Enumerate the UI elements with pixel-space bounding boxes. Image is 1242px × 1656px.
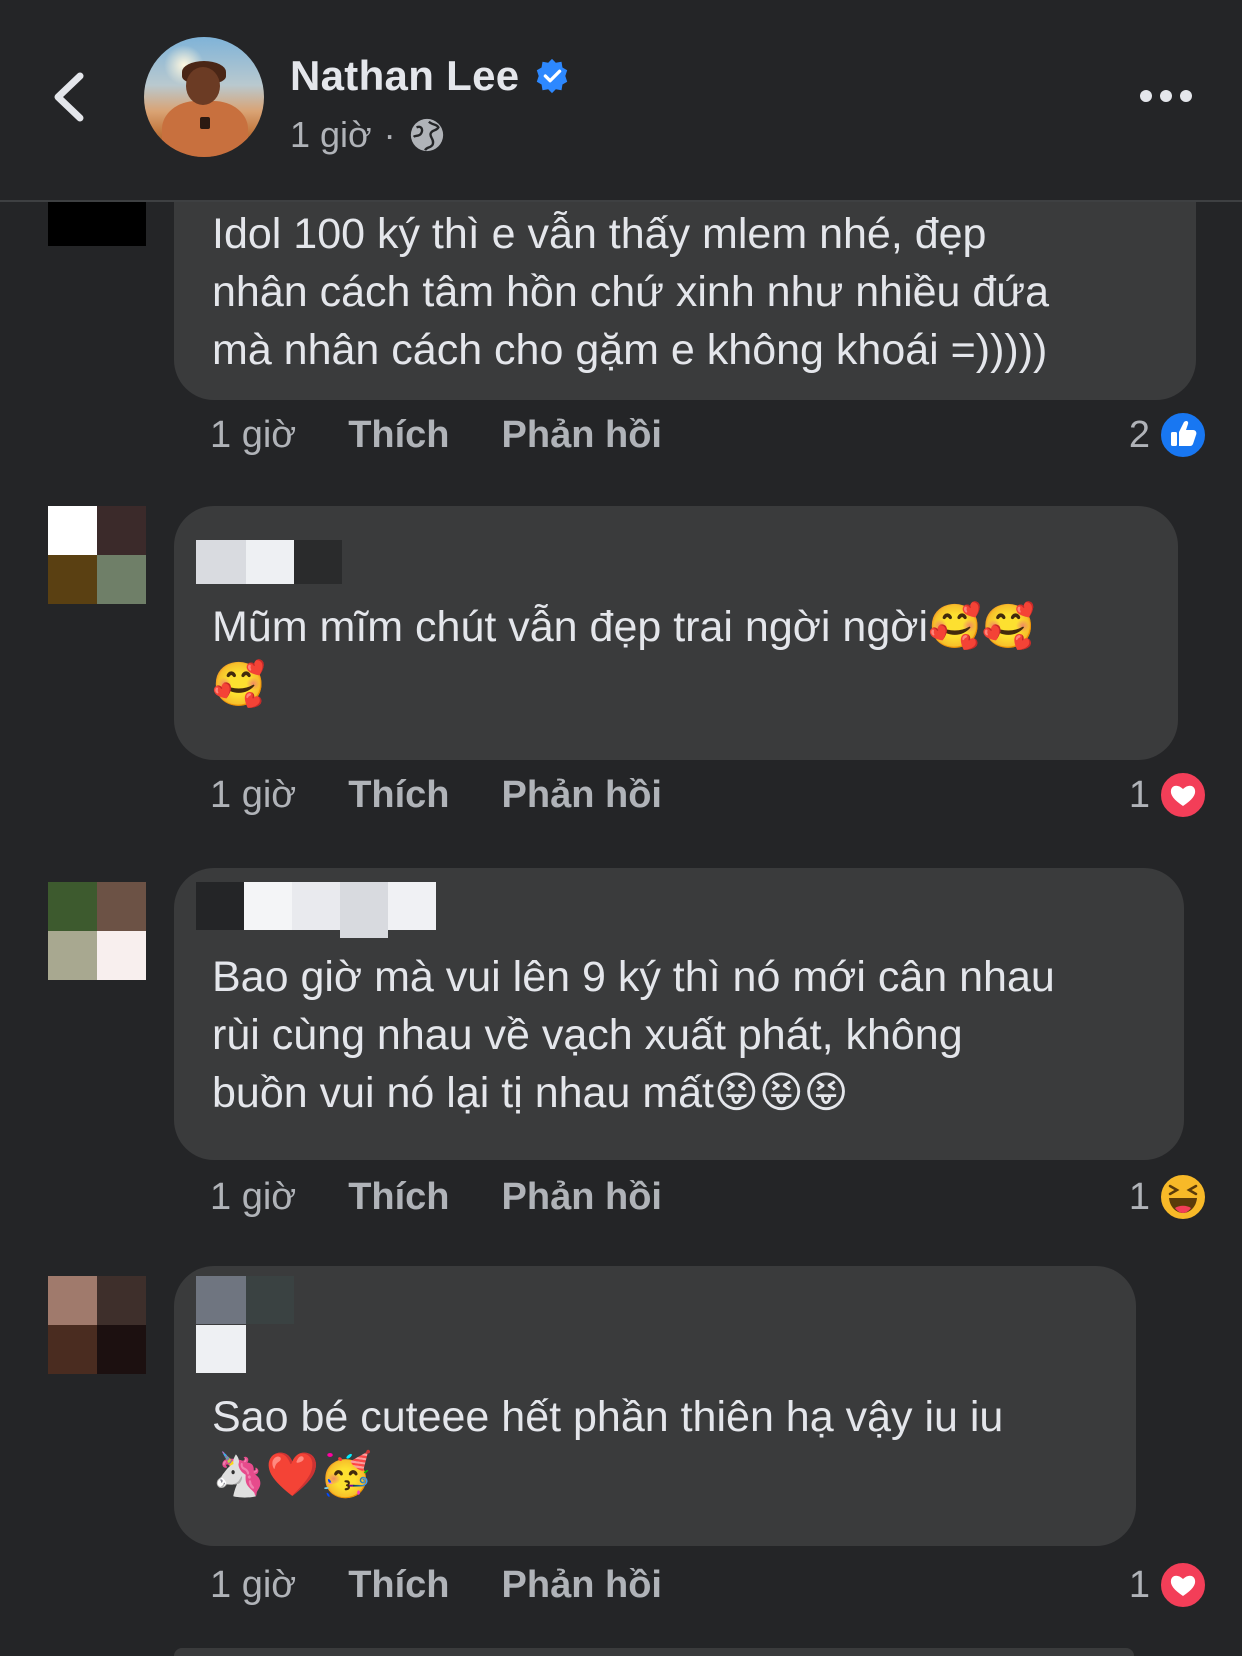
commenter-avatar[interactable] [48, 506, 146, 604]
comment-text: Bao giờ mà vui lên 9 ký thì nó mới cân n… [212, 953, 1055, 1117]
author-name[interactable]: Nathan Lee [290, 52, 571, 100]
like-button[interactable]: Thích [348, 1176, 449, 1219]
comment-time[interactable]: 1 giờ [210, 774, 296, 817]
commenter-avatar[interactable] [48, 1276, 146, 1374]
comment-actions: 1 giờ Thích Phản hồi [210, 1564, 714, 1607]
next-comment-peek [174, 1648, 1134, 1656]
like-button[interactable]: Thích [348, 774, 449, 817]
commenter-name-redacted[interactable] [196, 882, 436, 940]
like-button[interactable]: Thích [348, 414, 449, 457]
like-button[interactable]: Thích [348, 1564, 449, 1607]
comment-text: Sao bé cuteee hết phần thiên hạ vậy iu i… [212, 1393, 1004, 1499]
reply-button[interactable]: Phản hồi [502, 1564, 662, 1607]
comment-time[interactable]: 1 giờ [210, 414, 296, 457]
globe-icon [410, 118, 443, 152]
post-meta: 1 giờ · [290, 114, 446, 156]
commenter-name-redacted[interactable] [196, 540, 342, 588]
comment-text: Mũm mĩm chút vẫn đẹp trai ngời ngời🥰🥰 🥰 [212, 603, 1036, 709]
love-icon [1159, 771, 1207, 819]
more-options-button[interactable] [1136, 76, 1196, 116]
author-avatar[interactable] [144, 37, 264, 157]
comment-time[interactable]: 1 giờ [210, 1564, 296, 1607]
haha-icon [1159, 1173, 1207, 1221]
comment-text: Idol 100 ký thì e vẫn thấy mlem nhé, đẹp… [212, 210, 1050, 374]
comment-item: Bao giờ mà vui lên 9 ký thì nó mới cân n… [0, 868, 1242, 1221]
comment-time[interactable]: 1 giờ [210, 1176, 296, 1219]
comment-item: Mũm mĩm chút vẫn đẹp trai ngời ngời🥰🥰 🥰 … [0, 506, 1242, 836]
reaction-summary[interactable]: 1 [1129, 1172, 1208, 1222]
meta-separator: · [383, 114, 396, 155]
commenter-name-redacted[interactable] [196, 1276, 296, 1374]
reaction-summary[interactable]: 2 [1129, 410, 1208, 460]
comment-actions: 1 giờ Thích Phản hồi [210, 774, 714, 817]
reaction-summary[interactable]: 1 [1129, 1560, 1208, 1610]
comment-bubble[interactable]: Sao bé cuteee hết phần thiên hạ vậy iu i… [174, 1266, 1136, 1546]
reaction-count: 1 [1128, 1175, 1150, 1218]
comment-item: Sao bé cuteee hết phần thiên hạ vậy iu i… [0, 1266, 1242, 1616]
verified-badge-icon [537, 58, 568, 94]
comment-bubble[interactable]: Mũm mĩm chút vẫn đẹp trai ngời ngời🥰🥰 🥰 [174, 506, 1178, 760]
post-header: Nathan Lee 1 giờ · [0, 0, 1242, 202]
reply-button[interactable]: Phản hồi [502, 414, 662, 457]
reply-button[interactable]: Phản hồi [502, 774, 662, 817]
more-dots-icon [1140, 90, 1192, 102]
reply-button[interactable]: Phản hồi [502, 1176, 662, 1219]
reaction-count: 1 [1128, 1563, 1150, 1606]
author-name-text[interactable]: Nathan Lee [290, 52, 519, 100]
commenter-avatar[interactable] [48, 882, 146, 980]
comment-bubble[interactable]: Bao giờ mà vui lên 9 ký thì nó mới cân n… [174, 868, 1184, 1160]
love-icon [1159, 1561, 1207, 1609]
post-time[interactable]: 1 giờ [290, 114, 372, 156]
comment-actions: 1 giờ Thích Phản hồi [210, 1176, 714, 1219]
reaction-count: 2 [1128, 413, 1150, 456]
back-button[interactable] [46, 62, 94, 132]
reaction-summary[interactable]: 1 [1129, 770, 1208, 820]
chevron-left-icon [54, 72, 84, 122]
like-icon [1159, 411, 1207, 459]
reaction-count: 1 [1128, 773, 1150, 816]
comment-actions: 1 giờ Thích Phản hồi [210, 414, 714, 457]
